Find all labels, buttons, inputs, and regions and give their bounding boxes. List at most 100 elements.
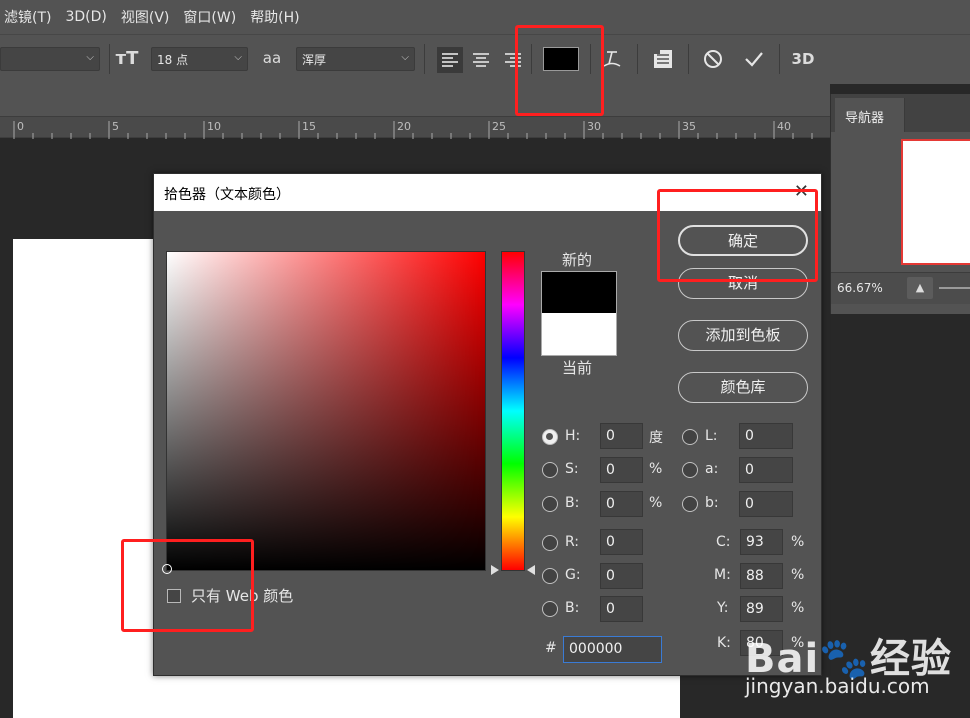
ruler-ticks (13, 121, 813, 139)
label-lab-b: b: (705, 495, 719, 511)
divider (779, 44, 780, 74)
divider (109, 44, 110, 74)
input-a[interactable]: 0 (739, 457, 793, 483)
antialias-value: 浑厚 (302, 52, 327, 67)
ruler-tick-label: 30 (587, 120, 601, 133)
menu-view[interactable]: 视图(V) (116, 7, 179, 27)
watermark-url: jingyan.baidu.com (745, 674, 930, 698)
input-r[interactable]: 0 (600, 529, 643, 555)
input-h[interactable]: 0 (600, 423, 643, 449)
label-m: M: (714, 567, 731, 583)
align-left-icon[interactable] (437, 47, 463, 73)
radio-a[interactable] (682, 462, 698, 478)
tab-strip (0, 84, 830, 116)
label-r: R: (565, 534, 580, 550)
navigator-panel: 导航器 66.67% ▲ (830, 94, 970, 314)
tab-navigator[interactable]: 导航器 (835, 98, 905, 132)
menu-filter[interactable]: 滤镜(T) (0, 7, 60, 27)
options-bar: ⌵ тT 18 点 ⌵ aa 浑厚 ⌵ 3D (0, 34, 970, 84)
radio-blue[interactable] (542, 601, 558, 617)
divider (424, 44, 425, 74)
input-b[interactable]: 0 (600, 491, 643, 517)
unit-s: % (649, 461, 663, 477)
radio-s[interactable] (542, 462, 558, 478)
current-color-label: 当前 (562, 359, 593, 377)
chevron-down-icon: ⌵ (86, 52, 94, 63)
ruler-tick-label: 5 (112, 120, 119, 133)
new-color-swatch (541, 271, 617, 313)
divider (637, 44, 638, 74)
label-l: L: (705, 428, 718, 444)
antialias-select[interactable]: 浑厚 ⌵ (296, 47, 415, 71)
character-panel-icon[interactable] (651, 47, 675, 71)
unit-h: 度 (649, 430, 663, 446)
color-field[interactable] (166, 251, 486, 571)
unit-m: % (791, 567, 805, 583)
add-to-swatches-button[interactable]: 添加到色板 (678, 320, 808, 351)
ruler-tick-label: 10 (207, 120, 221, 133)
ruler-tick-label: 35 (682, 120, 696, 133)
navigator-zoom-value[interactable]: 66.67% (837, 281, 883, 295)
radio-lab-b[interactable] (682, 496, 698, 512)
ruler-tick-label: 0 (17, 120, 24, 133)
highlight-text-color (515, 25, 604, 116)
unit-b: % (649, 495, 663, 511)
font-style-select[interactable]: ⌵ (0, 47, 100, 71)
menu-help[interactable]: 帮助(H) (245, 7, 308, 27)
hex-input[interactable]: 000000 (563, 636, 662, 663)
horizontal-ruler[interactable]: 0 5 10 15 20 25 30 35 40 (0, 116, 830, 139)
input-s[interactable]: 0 (600, 457, 643, 483)
label-s: S: (565, 461, 579, 477)
highlight-ok-button (657, 189, 818, 282)
new-color-label: 新的 (562, 251, 593, 269)
chevron-down-icon: ⌵ (234, 52, 242, 63)
menu-window[interactable]: 窗口(W) (178, 7, 245, 27)
label-y: Y: (717, 600, 729, 616)
zoom-out-icon[interactable]: ▲ (907, 277, 933, 299)
label-blue: B: (565, 600, 580, 616)
hue-slider-arrow-left[interactable] (491, 565, 499, 575)
unit-c: % (791, 534, 805, 550)
hue-slider[interactable] (501, 251, 525, 571)
ruler-tick-label: 20 (397, 120, 411, 133)
ruler-tick-label: 25 (492, 120, 506, 133)
label-a: a: (705, 461, 719, 477)
ruler-tick-label: 15 (302, 120, 316, 133)
antialias-icon: aa (262, 49, 282, 67)
radio-h[interactable] (542, 429, 558, 445)
3d-icon[interactable]: 3D (791, 47, 815, 71)
zoom-slider[interactable] (939, 287, 970, 289)
navigator-thumbnail[interactable] (901, 139, 970, 265)
input-m[interactable]: 88 (740, 563, 783, 589)
input-lab-b[interactable]: 0 (739, 491, 793, 517)
divider (688, 44, 689, 74)
ruler-tick-label: 40 (777, 120, 791, 133)
label-h: H: (565, 428, 581, 444)
font-size-value: 18 点 (157, 52, 189, 67)
radio-l[interactable] (682, 429, 698, 445)
baidu-watermark: Bai🐾经验 jingyan.baidu.com (745, 608, 970, 718)
input-c[interactable]: 93 (740, 529, 783, 555)
highlight-web-only (121, 539, 254, 632)
radio-g[interactable] (542, 568, 558, 584)
hue-slider-arrow-right[interactable] (527, 565, 535, 575)
current-color-swatch[interactable] (541, 313, 617, 356)
align-center-icon[interactable] (468, 47, 494, 73)
input-blue[interactable]: 0 (600, 596, 643, 622)
input-g[interactable]: 0 (600, 563, 643, 589)
hex-hash-label: # (545, 640, 557, 656)
cancel-icon[interactable] (701, 47, 725, 71)
font-size-select[interactable]: 18 点 ⌵ (151, 47, 248, 71)
menu-3d[interactable]: 3D(D) (60, 9, 115, 25)
font-size-icon: тT (115, 48, 139, 69)
color-libraries-button[interactable]: 颜色库 (678, 372, 808, 403)
commit-check-icon[interactable] (742, 47, 766, 71)
radio-b[interactable] (542, 496, 558, 512)
label-g: G: (565, 567, 581, 583)
input-l[interactable]: 0 (739, 423, 793, 449)
chevron-down-icon: ⌵ (401, 52, 409, 63)
label-k: K: (717, 635, 731, 651)
label-c: C: (716, 534, 731, 550)
menu-bar: 滤镜(T) 3D(D) 视图(V) 窗口(W) 帮助(H) (0, 0, 970, 34)
radio-r[interactable] (542, 535, 558, 551)
